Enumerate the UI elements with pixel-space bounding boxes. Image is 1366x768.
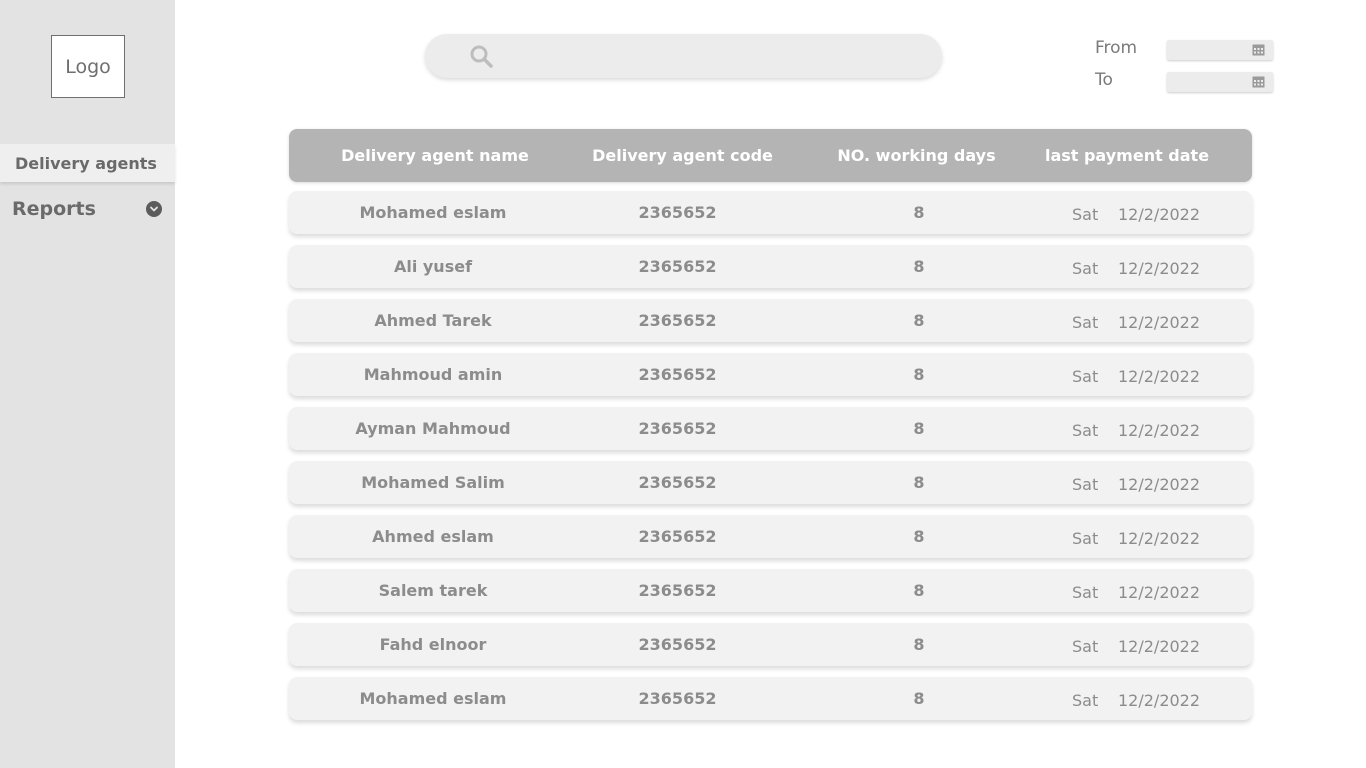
cell-agent-name: Ahmed Tarek (374, 311, 492, 330)
logo: Logo (51, 35, 125, 98)
cell-payment-date: 12/2/2022 (1118, 313, 1201, 332)
column-header-code[interactable]: Delivery agent code (575, 129, 790, 182)
cell-agent-code: 2365652 (638, 365, 717, 384)
cell-payment-date: 12/2/2022 (1118, 691, 1201, 710)
cell-agent-code: 2365652 (638, 581, 717, 600)
calendar-icon[interactable] (1252, 43, 1265, 56)
cell-agent-code: 2365652 (638, 257, 717, 276)
sidebar-item-label: Reports (12, 198, 96, 220)
sidebar-item-label: Delivery agents (15, 153, 157, 173)
cell-payment-date: 12/2/2022 (1118, 205, 1201, 224)
cell-agent-name: Fahd elnoor (379, 635, 487, 654)
cell-working-days: 8 (913, 635, 925, 654)
cell-agent-name: Ahmed eslam (372, 527, 494, 546)
cell-working-days: 8 (913, 581, 925, 600)
table-row[interactable]: Ahmed Tarek 2365652 8 Sat 12/2/2022 (289, 299, 1252, 342)
cell-working-days: 8 (913, 257, 925, 276)
cell-working-days: 8 (913, 689, 925, 708)
cell-payment-date: 12/2/2022 (1118, 529, 1201, 548)
cell-payment-day: Sat (1072, 583, 1099, 602)
table-row[interactable]: Mohamed Salim 2365652 8 Sat 12/2/2022 (289, 461, 1252, 504)
cell-payment-date: 12/2/2022 (1118, 583, 1201, 602)
search-bar[interactable] (425, 34, 942, 78)
cell-working-days: 8 (913, 527, 925, 546)
table-row[interactable]: Fahd elnoor 2365652 8 Sat 12/2/2022 (289, 623, 1252, 666)
chevron-down-icon[interactable] (146, 201, 162, 217)
cell-agent-code: 2365652 (638, 689, 717, 708)
sidebar-item-delivery-agents[interactable]: Delivery agents (0, 144, 175, 182)
cell-agent-code: 2365652 (638, 311, 717, 330)
cell-agent-name: Mohamed eslam (359, 689, 507, 708)
sidebar-item-reports[interactable]: Reports (12, 195, 162, 223)
cell-payment-date: 12/2/2022 (1118, 259, 1201, 278)
table-row[interactable]: Mohamed eslam 2365652 8 Sat 12/2/2022 (289, 191, 1252, 234)
cell-payment-date: 12/2/2022 (1118, 421, 1201, 440)
cell-payment-day: Sat (1072, 313, 1099, 332)
cell-payment-day: Sat (1072, 259, 1099, 278)
search-icon[interactable] (469, 44, 493, 68)
table-header: Delivery agent name Delivery agent code … (289, 129, 1252, 182)
cell-agent-code: 2365652 (638, 473, 717, 492)
cell-agent-code: 2365652 (638, 419, 717, 438)
to-label: To (1095, 70, 1113, 90)
cell-agent-name: Ali yusef (393, 257, 473, 276)
table-row[interactable]: Ali yusef 2365652 8 Sat 12/2/2022 (289, 245, 1252, 288)
cell-payment-day: Sat (1072, 205, 1099, 224)
cell-agent-code: 2365652 (638, 635, 717, 654)
cell-agent-code: 2365652 (638, 527, 717, 546)
from-date-field[interactable] (1167, 40, 1273, 60)
cell-payment-date: 12/2/2022 (1118, 637, 1201, 656)
cell-working-days: 8 (913, 419, 925, 438)
table-row[interactable]: Mohamed eslam 2365652 8 Sat 12/2/2022 (289, 677, 1252, 720)
cell-working-days: 8 (913, 311, 925, 330)
cell-agent-name: Salem tarek (378, 581, 488, 600)
table-row[interactable]: Mahmoud amin 2365652 8 Sat 12/2/2022 (289, 353, 1252, 396)
cell-payment-day: Sat (1072, 529, 1099, 548)
cell-agent-name: Mohamed Salim (361, 473, 505, 492)
cell-payment-date: 12/2/2022 (1118, 475, 1201, 494)
calendar-icon[interactable] (1252, 75, 1265, 88)
cell-working-days: 8 (913, 365, 925, 384)
column-header-working-days[interactable]: NO. working days (824, 129, 1009, 182)
cell-agent-name: Mohamed eslam (359, 203, 507, 222)
column-header-name[interactable]: Delivery agent name (319, 129, 551, 182)
cell-working-days: 8 (913, 203, 925, 222)
table-row[interactable]: Ahmed eslam 2365652 8 Sat 12/2/2022 (289, 515, 1252, 558)
cell-agent-code: 2365652 (638, 203, 717, 222)
cell-payment-day: Sat (1072, 691, 1099, 710)
cell-payment-day: Sat (1072, 475, 1099, 494)
sidebar: Logo Delivery agents Reports (0, 0, 175, 768)
cell-payment-day: Sat (1072, 421, 1099, 440)
table-row[interactable]: Salem tarek 2365652 8 Sat 12/2/2022 (289, 569, 1252, 612)
search-input[interactable] (509, 40, 919, 72)
cell-payment-day: Sat (1072, 367, 1099, 386)
cell-payment-day: Sat (1072, 637, 1099, 656)
cell-working-days: 8 (913, 473, 925, 492)
cell-payment-date: 12/2/2022 (1118, 367, 1201, 386)
from-label: From (1095, 38, 1138, 58)
to-date-field[interactable] (1167, 72, 1273, 92)
table-row[interactable]: Ayman Mahmoud 2365652 8 Sat 12/2/2022 (289, 407, 1252, 450)
column-header-last-payment[interactable]: last payment date (1034, 129, 1220, 182)
cell-agent-name: Ayman Mahmoud (355, 419, 511, 438)
cell-agent-name: Mahmoud amin (363, 365, 503, 384)
